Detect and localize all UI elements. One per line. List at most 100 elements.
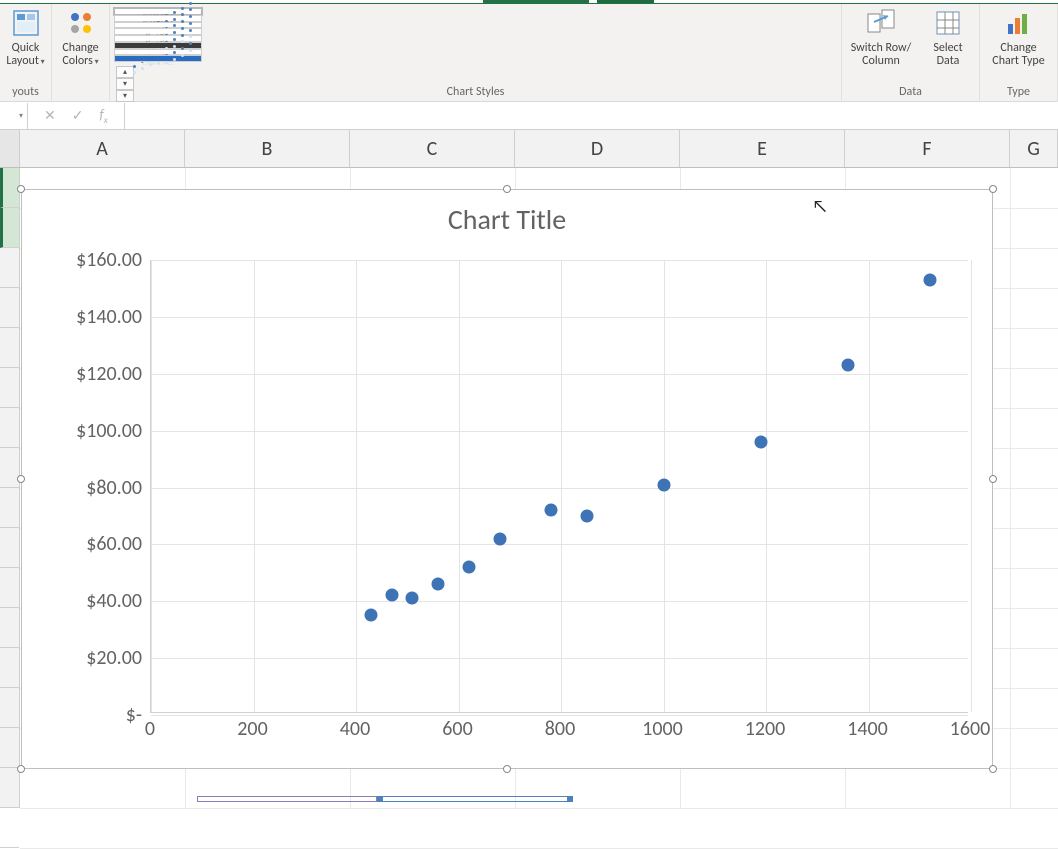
- range-segment-y: [379, 796, 569, 802]
- resize-handle[interactable]: [17, 765, 25, 773]
- data-point[interactable]: [432, 578, 445, 591]
- data-point[interactable]: [406, 592, 419, 605]
- change-chart-type-button[interactable]: Change Chart Type: [980, 4, 1057, 82]
- quick-layout-label: Quick Layout: [6, 41, 39, 68]
- formula-bar: ▾ ✕ ✓ fx: [0, 102, 1058, 130]
- row-header[interactable]: [0, 768, 19, 808]
- range-handle[interactable]: [377, 796, 383, 802]
- ribbon-group-label-styles: Chart Styles: [110, 85, 841, 99]
- cancel-icon[interactable]: ✕: [44, 107, 56, 124]
- column-header[interactable]: G: [1010, 130, 1058, 167]
- y-tick-label: $160.00: [76, 248, 142, 272]
- formula-input[interactable]: [125, 103, 1058, 129]
- row-header[interactable]: [0, 248, 19, 288]
- column-header[interactable]: B: [185, 130, 350, 167]
- column-header[interactable]: F: [845, 130, 1010, 167]
- ribbon-group-label-type: Type: [980, 85, 1057, 99]
- row-header[interactable]: [0, 728, 19, 768]
- ribbon-group-layouts: Quick Layout ▾ youts: [0, 4, 52, 102]
- gridline-h: [151, 317, 968, 318]
- chart-style-thumbnail[interactable]: CHART TITLE: [114, 55, 202, 62]
- gridline-v: [766, 260, 767, 712]
- data-point[interactable]: [754, 435, 767, 448]
- row-headers: [0, 168, 20, 808]
- gridline-h: [151, 488, 968, 489]
- plot-region[interactable]: [150, 260, 968, 713]
- row-header[interactable]: [0, 528, 19, 568]
- y-tick-label: $120.00: [76, 362, 142, 386]
- enter-icon[interactable]: ✓: [72, 107, 84, 124]
- row-header[interactable]: [0, 648, 19, 688]
- source-range-indicator: [197, 796, 572, 802]
- y-tick-label: $40.00: [86, 589, 142, 613]
- chart-object[interactable]: Chart Title $160.00$140.00$120.00$100.00…: [21, 189, 993, 769]
- data-point[interactable]: [924, 273, 937, 286]
- x-tick-label: 400: [340, 717, 370, 741]
- column-header[interactable]: E: [680, 130, 845, 167]
- select-data-label: Select Data: [926, 42, 970, 68]
- range-handle[interactable]: [567, 796, 573, 802]
- column-header[interactable]: C: [350, 130, 515, 167]
- x-tick-label: 0: [145, 717, 155, 741]
- gridline-v: [356, 260, 357, 712]
- quick-layout-icon: [10, 7, 42, 39]
- x-axis[interactable]: 02004006008001000120014001600: [150, 717, 968, 747]
- resize-handle[interactable]: [17, 185, 25, 193]
- row-header[interactable]: [0, 328, 19, 368]
- data-point[interactable]: [842, 359, 855, 372]
- row-header[interactable]: [0, 688, 19, 728]
- column-header[interactable]: A: [20, 130, 185, 167]
- y-axis[interactable]: $160.00$140.00$120.00$100.00$80.00$60.00…: [46, 260, 150, 713]
- y-tick-label: $80.00: [86, 476, 142, 500]
- switch-row-column-label: Switch Row/ Column: [848, 42, 914, 68]
- column-header[interactable]: D: [515, 130, 680, 167]
- switch-row-column-icon: [865, 7, 897, 39]
- x-tick-label: 1200: [745, 717, 786, 741]
- fx-icon[interactable]: fx: [99, 106, 107, 126]
- resize-handle[interactable]: [989, 185, 997, 193]
- gridline-h: [151, 544, 968, 545]
- ribbon: Quick Layout ▾ youts Change Colors ▾ CHA…: [0, 4, 1058, 102]
- y-tick-label: $60.00: [86, 532, 142, 556]
- data-point[interactable]: [365, 609, 378, 622]
- resize-handle[interactable]: [989, 475, 997, 483]
- row-header[interactable]: [0, 288, 19, 328]
- row-header[interactable]: [0, 568, 19, 608]
- quick-layout-button[interactable]: Quick Layout ▾: [0, 4, 51, 82]
- data-point[interactable]: [544, 504, 557, 517]
- ribbon-group-colors: Change Colors ▾: [52, 4, 110, 102]
- row-header[interactable]: [0, 808, 19, 848]
- select-all-cell[interactable]: [0, 130, 20, 167]
- gridline-v: [869, 260, 870, 712]
- select-data-button[interactable]: Select Data: [920, 4, 976, 82]
- data-point[interactable]: [385, 589, 398, 602]
- row-header[interactable]: [0, 448, 19, 488]
- name-box[interactable]: ▾: [0, 103, 28, 129]
- ribbon-group-data: Switch Row/ Column Select Data Data: [842, 4, 980, 102]
- row-header[interactable]: [0, 608, 19, 648]
- row-header[interactable]: [0, 488, 19, 528]
- gridline-h: [151, 601, 968, 602]
- data-point[interactable]: [580, 509, 593, 522]
- chart-title[interactable]: Chart Title: [22, 190, 992, 237]
- row-header[interactable]: [0, 408, 19, 448]
- resize-handle[interactable]: [503, 765, 511, 773]
- gridline-h: [151, 715, 968, 716]
- data-point[interactable]: [657, 478, 670, 491]
- plot-area[interactable]: $160.00$140.00$120.00$100.00$80.00$60.00…: [46, 260, 968, 713]
- select-data-icon: [932, 7, 964, 39]
- data-point[interactable]: [462, 560, 475, 573]
- gallery-scroll-up[interactable]: ▴: [116, 66, 134, 78]
- worksheet-grid[interactable]: Chart Title $160.00$140.00$120.00$100.00…: [0, 168, 1058, 808]
- gridline-h: [151, 374, 968, 375]
- row-header[interactable]: [0, 368, 19, 408]
- row-header[interactable]: [0, 208, 19, 248]
- data-point[interactable]: [493, 532, 506, 545]
- resize-handle[interactable]: [989, 765, 997, 773]
- resize-handle[interactable]: [503, 185, 511, 193]
- resize-handle[interactable]: [17, 475, 25, 483]
- x-tick-label: 1600: [950, 717, 991, 741]
- switch-row-column-button[interactable]: Switch Row/ Column: [842, 4, 920, 82]
- change-colors-button[interactable]: Change Colors ▾: [52, 4, 109, 82]
- y-tick-label: $-: [126, 703, 142, 727]
